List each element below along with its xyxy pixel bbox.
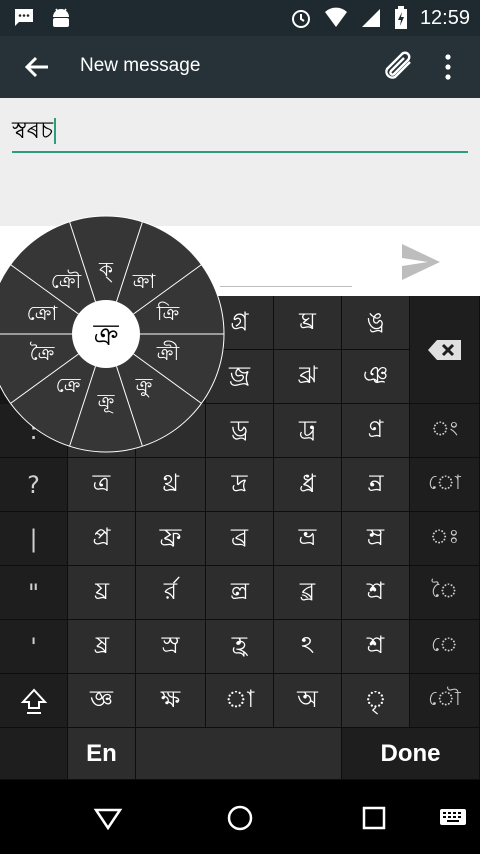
key-sa-r[interactable]: স্র — [136, 620, 206, 674]
radial-item[interactable]: ক্রী — [156, 341, 180, 365]
key-na-r[interactable]: ন্র — [342, 458, 410, 512]
backspace-icon — [427, 339, 461, 360]
key-ra-r[interactable]: ৰ্র — [136, 566, 206, 620]
radial-popup: ক্ ক্রা ক্রি ক্রী ক্রু ক্রূ ক্রে ক্রৈ ক্… — [0, 215, 225, 453]
more-vert-icon[interactable] — [436, 52, 460, 82]
key-kssa[interactable]: ক্ষ — [136, 674, 206, 728]
key-nga-r[interactable]: ঙ্র — [342, 296, 410, 350]
shift-key[interactable] — [0, 674, 68, 728]
done-key[interactable]: Done — [342, 728, 480, 780]
app-bar: New message — [0, 36, 480, 98]
key-gha-r[interactable]: ঘ্র — [274, 296, 342, 350]
radial-item[interactable]: ক্রা — [132, 269, 157, 293]
message-icon — [15, 9, 33, 26]
status-bar: 12:59 — [0, 0, 480, 36]
key-shra[interactable]: শ্র — [342, 620, 410, 674]
key-bha-r[interactable]: ভ্র — [274, 512, 342, 566]
page-title: New message — [80, 55, 201, 76]
attach-icon[interactable] — [380, 48, 418, 86]
text-cursor — [54, 118, 57, 144]
key-vowel-au[interactable]: ৌ — [410, 674, 480, 728]
key-pa-r[interactable]: প্র — [68, 512, 136, 566]
recipient-value: স্বৰচ — [12, 116, 54, 144]
radial-item[interactable]: ক্রে — [56, 373, 81, 397]
blank-key — [0, 728, 68, 780]
alarm-icon — [291, 10, 310, 28]
radial-item[interactable]: ক্রু — [135, 373, 153, 397]
signal-icon — [361, 9, 380, 27]
back-arrow-icon[interactable] — [22, 52, 52, 82]
key-avagraha[interactable]: ঽ — [274, 620, 342, 674]
key-ha-r[interactable]: হ্র — [206, 620, 274, 674]
key-wa-r[interactable]: ৱ্র — [274, 566, 342, 620]
key-la-r[interactable]: ল্র — [206, 566, 274, 620]
radial-center-label: ক্র — [92, 318, 119, 353]
wifi-icon — [324, 7, 347, 27]
key-nna-r[interactable]: ণ্র — [342, 404, 410, 458]
key-nya-r[interactable]: ঞ্র — [342, 350, 410, 404]
compose-area: স্বৰচ — [0, 98, 480, 226]
key-da-r[interactable]: দ্র — [206, 458, 274, 512]
key-ya-r[interactable]: য্র — [68, 566, 136, 620]
key-question[interactable]: ? — [0, 458, 68, 512]
keyboard-switch-icon[interactable] — [438, 802, 468, 834]
nav-bar — [0, 780, 480, 854]
key-tha-r[interactable]: থ্র — [136, 458, 206, 512]
language-switch-key[interactable]: En — [68, 728, 136, 780]
back-nav-icon[interactable] — [92, 802, 124, 834]
key-ssa-r[interactable]: ষ্র — [68, 620, 136, 674]
key-sha-r[interactable]: শ্র — [342, 566, 410, 620]
home-nav-icon[interactable] — [224, 802, 256, 834]
status-time: 12:59 — [419, 6, 470, 29]
key-vowel-ai[interactable]: ৈ — [410, 566, 480, 620]
key-ta-r[interactable]: ত্র — [68, 458, 136, 512]
android-icon — [53, 8, 69, 27]
radial-item[interactable]: ক্রৌ — [51, 269, 82, 293]
recents-nav-icon[interactable] — [358, 802, 390, 834]
key-vowel-e[interactable]: ে — [410, 620, 480, 674]
recipient-field[interactable]: স্বৰচ — [12, 112, 57, 152]
key-jnya[interactable]: জ্ঞ — [68, 674, 136, 728]
send-icon[interactable] — [400, 242, 442, 282]
radial-item[interactable]: ক্রি — [156, 301, 180, 325]
key-danda[interactable]: | — [0, 512, 68, 566]
key-dha-r[interactable]: ধ্র — [274, 458, 342, 512]
key-visarga[interactable]: ঃ — [410, 512, 480, 566]
radial-item[interactable]: ক্রৈ — [30, 341, 55, 365]
shift-icon — [20, 688, 47, 714]
key-a[interactable]: অ — [274, 674, 342, 728]
key-vowel-ri[interactable]: ৃ — [342, 674, 410, 728]
key-anusvara[interactable]: ং — [410, 404, 480, 458]
space-key[interactable] — [136, 728, 342, 780]
key-ba-r[interactable]: ব্র — [206, 512, 274, 566]
key-jha-r[interactable]: ঝ্র — [274, 350, 342, 404]
key-pha-r[interactable]: ফ্র — [136, 512, 206, 566]
key-double-quote[interactable]: " — [0, 566, 68, 620]
key-ddha-r[interactable]: ঢ্র — [274, 404, 342, 458]
key-vowel-aa[interactable]: া — [206, 674, 274, 728]
recipient-underline — [12, 151, 468, 153]
radial-item[interactable]: ক্ — [98, 257, 114, 282]
battery-icon — [394, 6, 407, 29]
message-input[interactable] — [220, 286, 352, 287]
key-single-quote[interactable]: ' — [0, 620, 68, 674]
key-vowel-o[interactable]: ো — [410, 458, 480, 512]
backspace-key[interactable] — [410, 296, 480, 404]
radial-item[interactable]: ক্রূ — [97, 389, 115, 413]
key-ma-r[interactable]: ম্র — [342, 512, 410, 566]
radial-item[interactable]: ক্রো — [27, 301, 59, 325]
